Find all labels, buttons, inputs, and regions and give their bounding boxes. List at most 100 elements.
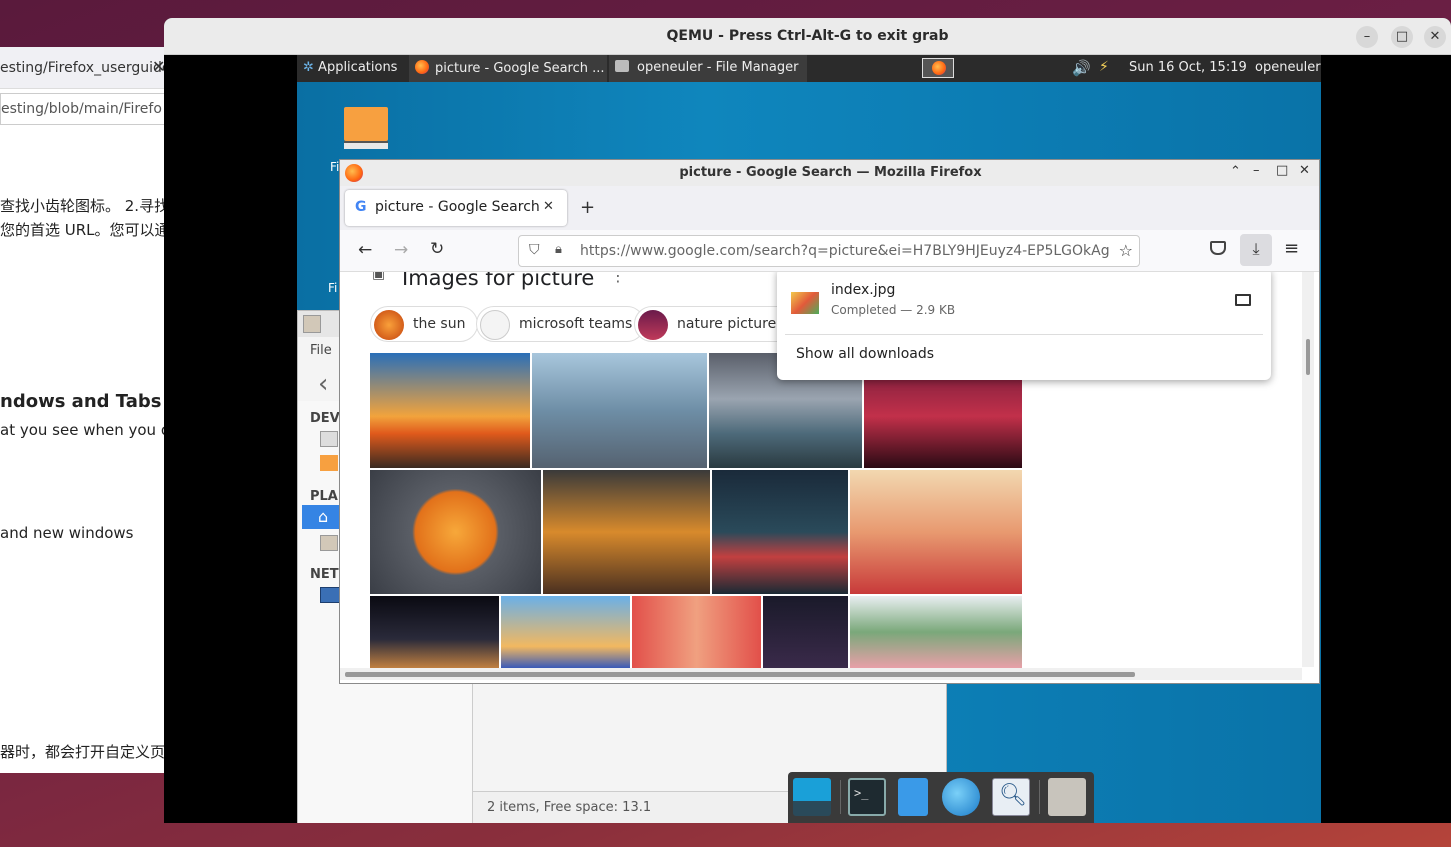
firefox-navbar: ← → ↻ ⛉ 🔒︎ https://www.google.com/search…	[340, 230, 1319, 272]
image-result-rocket[interactable]	[370, 596, 499, 668]
chip-thumbnail	[638, 310, 668, 340]
image-result-dark-flowers[interactable]	[763, 596, 848, 668]
minimize-button[interactable]: –	[1356, 26, 1378, 48]
downloads-button[interactable]: ⤓	[1240, 234, 1272, 266]
divider	[785, 334, 1263, 335]
host-browser-tab[interactable]: esting/Firefox_userguide	[0, 47, 165, 89]
tab-google-search[interactable]: G picture - Google Search ✕	[345, 190, 567, 226]
chip-label: nature pictures	[677, 316, 784, 332]
forward-button[interactable]: →	[394, 240, 408, 260]
host-browser-url[interactable]: esting/blob/main/Firefo	[0, 93, 165, 125]
url-bar[interactable]: ⛉ 🔒︎ https://www.google.com/search?q=pic…	[518, 235, 1140, 267]
image-icon: ▣	[372, 272, 386, 282]
volume-icon[interactable]: 🔊	[1072, 59, 1091, 77]
user-menu[interactable]: openeuler	[1249, 55, 1321, 82]
pocket-icon[interactable]	[1210, 241, 1226, 255]
guest-top-panel: ✲ Applications picture - Google Search .…	[297, 55, 1321, 82]
firefox-icon	[415, 60, 429, 74]
host-text-line: at you see when you o	[0, 421, 165, 439]
taskbar-file-manager-label: openeuler - File Manager	[637, 60, 799, 75]
chip-thumbnail	[480, 310, 510, 340]
host-text-line: and new windows	[0, 524, 134, 542]
network-icon[interactable]	[320, 587, 340, 603]
image-result-blossoms[interactable]	[850, 596, 1022, 668]
guest-screen: ✲ Applications picture - Google Search .…	[297, 55, 1321, 823]
back-icon[interactable]: ‹	[318, 369, 328, 399]
divider	[840, 780, 841, 814]
firefox-titlebar: picture - Google Search — Mozilla Firefo…	[340, 160, 1319, 186]
new-tab-button[interactable]: +	[580, 197, 595, 218]
close-button[interactable]: ✕	[1424, 26, 1446, 48]
scroll-thumb[interactable]	[1306, 339, 1310, 375]
ff-close-button[interactable]: ✕	[1299, 163, 1310, 178]
image-result-birds-chain[interactable]	[850, 470, 1022, 594]
folder-icon[interactable]	[1048, 778, 1086, 816]
drive-icon[interactable]	[320, 431, 338, 447]
download-file-name[interactable]: index.jpg	[831, 282, 895, 298]
folder-icon	[303, 315, 321, 333]
back-button[interactable]: ←	[358, 240, 372, 260]
image-result-eiffel-tower[interactable]	[370, 353, 530, 468]
image-result-hat[interactable]	[501, 596, 630, 668]
chip-microsoft-teams[interactable]: microsoft teams	[476, 306, 646, 342]
firefox-icon	[932, 61, 946, 75]
menu-file[interactable]: File	[310, 343, 332, 358]
qemu-window: QEMU - Press Ctrl-Alt-G to exit grab – □…	[164, 18, 1451, 823]
qemu-title: QEMU - Press Ctrl-Alt-G to exit grab	[164, 18, 1451, 55]
web-browser-icon[interactable]	[942, 778, 980, 816]
tab-title: picture - Google Search	[375, 199, 540, 215]
drive-icon[interactable]	[320, 455, 338, 471]
bookmark-star-icon[interactable]: ☆	[1114, 241, 1133, 260]
more-options-icon[interactable]: ⋮	[610, 272, 626, 285]
magnifier-glyph: 🔍︎	[999, 783, 1027, 808]
url-text: https://www.google.com/search?q=picture&…	[580, 243, 1110, 259]
image-result-boulder[interactable]	[543, 470, 710, 594]
power-icon[interactable]: ⚡	[1099, 59, 1109, 75]
chip-label: the sun	[413, 316, 466, 332]
chip-the-sun[interactable]: the sun	[370, 306, 479, 342]
show-all-downloads[interactable]: Show all downloads	[796, 346, 934, 362]
page-content: ▣ Images for picture ⋮ the sun microsoft…	[340, 272, 1319, 683]
menu-hamburger-icon[interactable]: ≡	[1284, 238, 1299, 259]
taskbar-firefox-label: picture - Google Search ...	[435, 61, 605, 76]
taskbar-firefox[interactable]: picture - Google Search ...	[409, 55, 607, 82]
image-result-mountain-man[interactable]	[532, 353, 707, 468]
scroll-thumb[interactable]	[345, 672, 1135, 677]
horizontal-scrollbar[interactable]	[340, 668, 1302, 680]
open-folder-icon[interactable]	[1235, 294, 1251, 306]
image-file-icon	[791, 292, 819, 314]
lock-icon: 🔒︎	[555, 242, 562, 257]
maximize-button[interactable]: □	[1391, 26, 1413, 48]
file-cabinet-icon[interactable]	[898, 778, 928, 816]
divider	[1039, 780, 1040, 814]
host-text-line: 器时，都会打开自定义页	[0, 743, 165, 761]
applications-menu[interactable]: ✲ Applications	[297, 55, 407, 82]
reload-button[interactable]: ↻	[430, 239, 444, 259]
drive-icon[interactable]	[344, 107, 388, 151]
image-result-girl-smoke[interactable]	[712, 470, 848, 594]
show-desktop-icon[interactable]	[793, 778, 831, 816]
workspace-switcher[interactable]	[922, 58, 954, 78]
applications-label: Applications	[318, 60, 398, 75]
image-result-portrait[interactable]	[632, 596, 761, 668]
shield-icon: ⛉	[529, 242, 540, 258]
ff-minimize-button[interactable]: –	[1253, 163, 1260, 178]
search-icon[interactable]: 🔍︎	[992, 778, 1030, 816]
vertical-scrollbar[interactable]	[1302, 272, 1314, 667]
tab-close-icon[interactable]: ✕	[543, 199, 554, 214]
firefox-icon	[345, 164, 363, 182]
firefox-window: picture - Google Search — Mozilla Firefo…	[339, 159, 1320, 684]
host-browser-window: esting/Firefox_userguide esting/blob/mai…	[0, 47, 165, 773]
host-heading: ndows and Tabs	[0, 391, 162, 412]
chip-nature-pictures[interactable]: nature pictures	[634, 306, 797, 342]
image-result-sun[interactable]	[370, 470, 541, 594]
clock[interactable]: Sun 16 Oct, 15:19	[1123, 55, 1253, 82]
shade-button[interactable]: ⌃	[1230, 164, 1241, 179]
ff-maximize-button[interactable]: □	[1276, 163, 1288, 178]
chip-thumbnail	[374, 310, 404, 340]
folder-icon[interactable]	[320, 535, 338, 551]
terminal-icon[interactable]: >_	[848, 778, 886, 816]
taskbar-file-manager[interactable]: openeuler - File Manager	[609, 55, 807, 82]
desktop-icon-label: Fi	[330, 160, 340, 174]
home-icon: ⌂	[318, 507, 329, 526]
